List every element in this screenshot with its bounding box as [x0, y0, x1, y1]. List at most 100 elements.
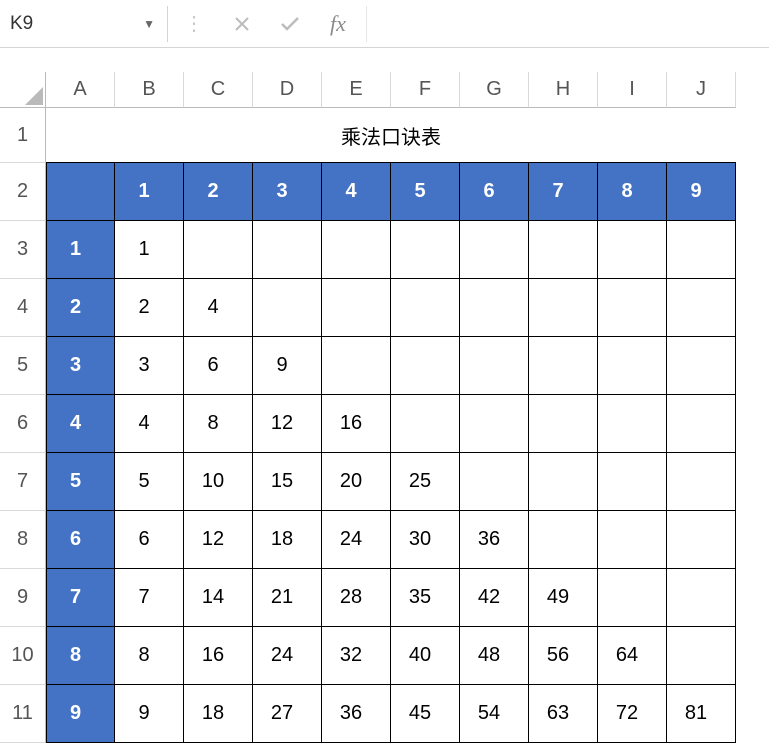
cell-r1-c8[interactable]: [598, 221, 667, 279]
cell-r8-c1[interactable]: 8: [115, 627, 184, 685]
cell-r4-c9[interactable]: [667, 395, 736, 453]
cell-r3-c6[interactable]: [460, 337, 529, 395]
column-header-D[interactable]: D: [253, 72, 322, 108]
cell-r2-c6[interactable]: [460, 279, 529, 337]
column-header-B[interactable]: B: [115, 72, 184, 108]
cell-r7-c8[interactable]: [598, 569, 667, 627]
cell-r6-c6[interactable]: 36: [460, 511, 529, 569]
cell-r6-c9[interactable]: [667, 511, 736, 569]
row-header-2[interactable]: 2: [0, 163, 46, 221]
cell-r9-c7[interactable]: 63: [529, 685, 598, 743]
cell-r9-c4[interactable]: 36: [322, 685, 391, 743]
cell-r9-c8[interactable]: 72: [598, 685, 667, 743]
cell-r2-c5[interactable]: [391, 279, 460, 337]
cell-r8-c3[interactable]: 24: [253, 627, 322, 685]
column-header-F[interactable]: F: [391, 72, 460, 108]
cell-r2-c7[interactable]: [529, 279, 598, 337]
cell-r9-c5[interactable]: 45: [391, 685, 460, 743]
row-header-3[interactable]: 3: [0, 221, 46, 279]
cell-r1-c5[interactable]: [391, 221, 460, 279]
row-header-7[interactable]: 7: [0, 453, 46, 511]
cell-r7-c2[interactable]: 14: [184, 569, 253, 627]
cell-r5-c5[interactable]: 25: [391, 453, 460, 511]
cell-r4-c5[interactable]: [391, 395, 460, 453]
cell-r6-c2[interactable]: 12: [184, 511, 253, 569]
row-header-8[interactable]: 8: [0, 511, 46, 569]
row-header-11[interactable]: 11: [0, 685, 46, 743]
row-header-4[interactable]: 4: [0, 279, 46, 337]
cell-r7-c9[interactable]: [667, 569, 736, 627]
cell-r4-c1[interactable]: 4: [115, 395, 184, 453]
cell-r3-c1[interactable]: 3: [115, 337, 184, 395]
cell-r2-c3[interactable]: [253, 279, 322, 337]
select-all-corner[interactable]: [0, 72, 46, 108]
column-header-A[interactable]: A: [46, 72, 115, 108]
cell-r5-c2[interactable]: 10: [184, 453, 253, 511]
cell-r3-c8[interactable]: [598, 337, 667, 395]
cell-r1-c1[interactable]: 1: [115, 221, 184, 279]
cell-r4-c8[interactable]: [598, 395, 667, 453]
cell-r2-c4[interactable]: [322, 279, 391, 337]
cell-r5-c7[interactable]: [529, 453, 598, 511]
cell-r2-c8[interactable]: [598, 279, 667, 337]
cell-r6-c4[interactable]: 24: [322, 511, 391, 569]
cell-r8-c2[interactable]: 16: [184, 627, 253, 685]
cell-r8-c9[interactable]: [667, 627, 736, 685]
cell-r7-c6[interactable]: 42: [460, 569, 529, 627]
cell-r4-c2[interactable]: 8: [184, 395, 253, 453]
column-header-G[interactable]: G: [460, 72, 529, 108]
cell-r2-c1[interactable]: 2: [115, 279, 184, 337]
row-header-10[interactable]: 10: [0, 627, 46, 685]
cell-r3-c2[interactable]: 6: [184, 337, 253, 395]
column-header-J[interactable]: J: [667, 72, 736, 108]
cell-r5-c1[interactable]: 5: [115, 453, 184, 511]
cell-r9-c6[interactable]: 54: [460, 685, 529, 743]
cell-r6-c3[interactable]: 18: [253, 511, 322, 569]
cell-r6-c5[interactable]: 30: [391, 511, 460, 569]
cell-r3-c5[interactable]: [391, 337, 460, 395]
cell-r1-c7[interactable]: [529, 221, 598, 279]
chevron-down-icon[interactable]: ▼: [143, 17, 155, 31]
cell-r8-c7[interactable]: 56: [529, 627, 598, 685]
cell-r7-c7[interactable]: 49: [529, 569, 598, 627]
cell-r3-c7[interactable]: [529, 337, 598, 395]
cell-r7-c4[interactable]: 28: [322, 569, 391, 627]
cell-r8-c4[interactable]: 32: [322, 627, 391, 685]
cancel-icon[interactable]: [218, 6, 266, 42]
cell-r3-c3[interactable]: 9: [253, 337, 322, 395]
cell-r9-c2[interactable]: 18: [184, 685, 253, 743]
column-header-E[interactable]: E: [322, 72, 391, 108]
cell-r1-c2[interactable]: [184, 221, 253, 279]
name-box[interactable]: K9 ▼: [0, 6, 168, 42]
cell-r6-c7[interactable]: [529, 511, 598, 569]
cell-r8-c6[interactable]: 48: [460, 627, 529, 685]
cell-r1-c4[interactable]: [322, 221, 391, 279]
cell-r5-c3[interactable]: 15: [253, 453, 322, 511]
cell-r8-c8[interactable]: 64: [598, 627, 667, 685]
cell-r9-c3[interactable]: 27: [253, 685, 322, 743]
cell-r9-c9[interactable]: 81: [667, 685, 736, 743]
cell-r5-c8[interactable]: [598, 453, 667, 511]
cell-r7-c5[interactable]: 35: [391, 569, 460, 627]
cell-r4-c3[interactable]: 12: [253, 395, 322, 453]
column-header-C[interactable]: C: [184, 72, 253, 108]
cell-r1-c3[interactable]: [253, 221, 322, 279]
cell-r9-c1[interactable]: 9: [115, 685, 184, 743]
cell-r2-c2[interactable]: 4: [184, 279, 253, 337]
cell-r7-c3[interactable]: 21: [253, 569, 322, 627]
cell-r3-c4[interactable]: [322, 337, 391, 395]
column-header-I[interactable]: I: [598, 72, 667, 108]
formula-input[interactable]: [366, 6, 769, 42]
cell-r5-c9[interactable]: [667, 453, 736, 511]
row-header-6[interactable]: 6: [0, 395, 46, 453]
confirm-icon[interactable]: [266, 6, 314, 42]
cell-r5-c4[interactable]: 20: [322, 453, 391, 511]
cell-r2-c9[interactable]: [667, 279, 736, 337]
cell-r7-c1[interactable]: 7: [115, 569, 184, 627]
cell-r6-c1[interactable]: 6: [115, 511, 184, 569]
cell-r1-c9[interactable]: [667, 221, 736, 279]
row-header-1[interactable]: 1: [0, 108, 46, 163]
cell-r3-c9[interactable]: [667, 337, 736, 395]
row-header-9[interactable]: 9: [0, 569, 46, 627]
cell-r4-c7[interactable]: [529, 395, 598, 453]
